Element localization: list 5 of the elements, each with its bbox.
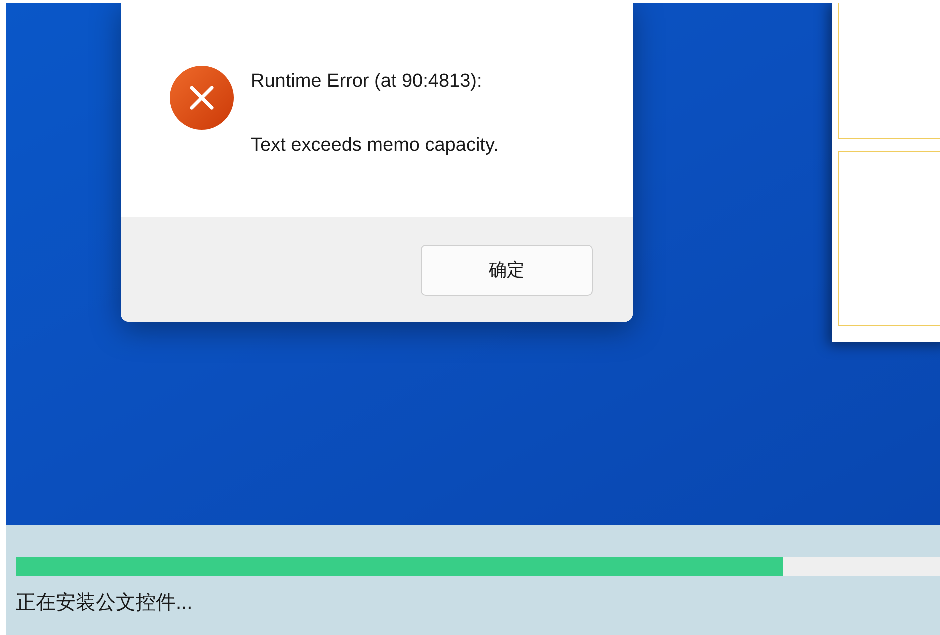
error-heading: Runtime Error (at 90:4813): [251,70,484,94]
error-message: Text exceeds memo capacity. [251,134,499,158]
ok-button[interactable]: 确定 [421,245,593,296]
status-text: 正在安装公文控件... [16,591,194,616]
error-icon [170,66,234,130]
